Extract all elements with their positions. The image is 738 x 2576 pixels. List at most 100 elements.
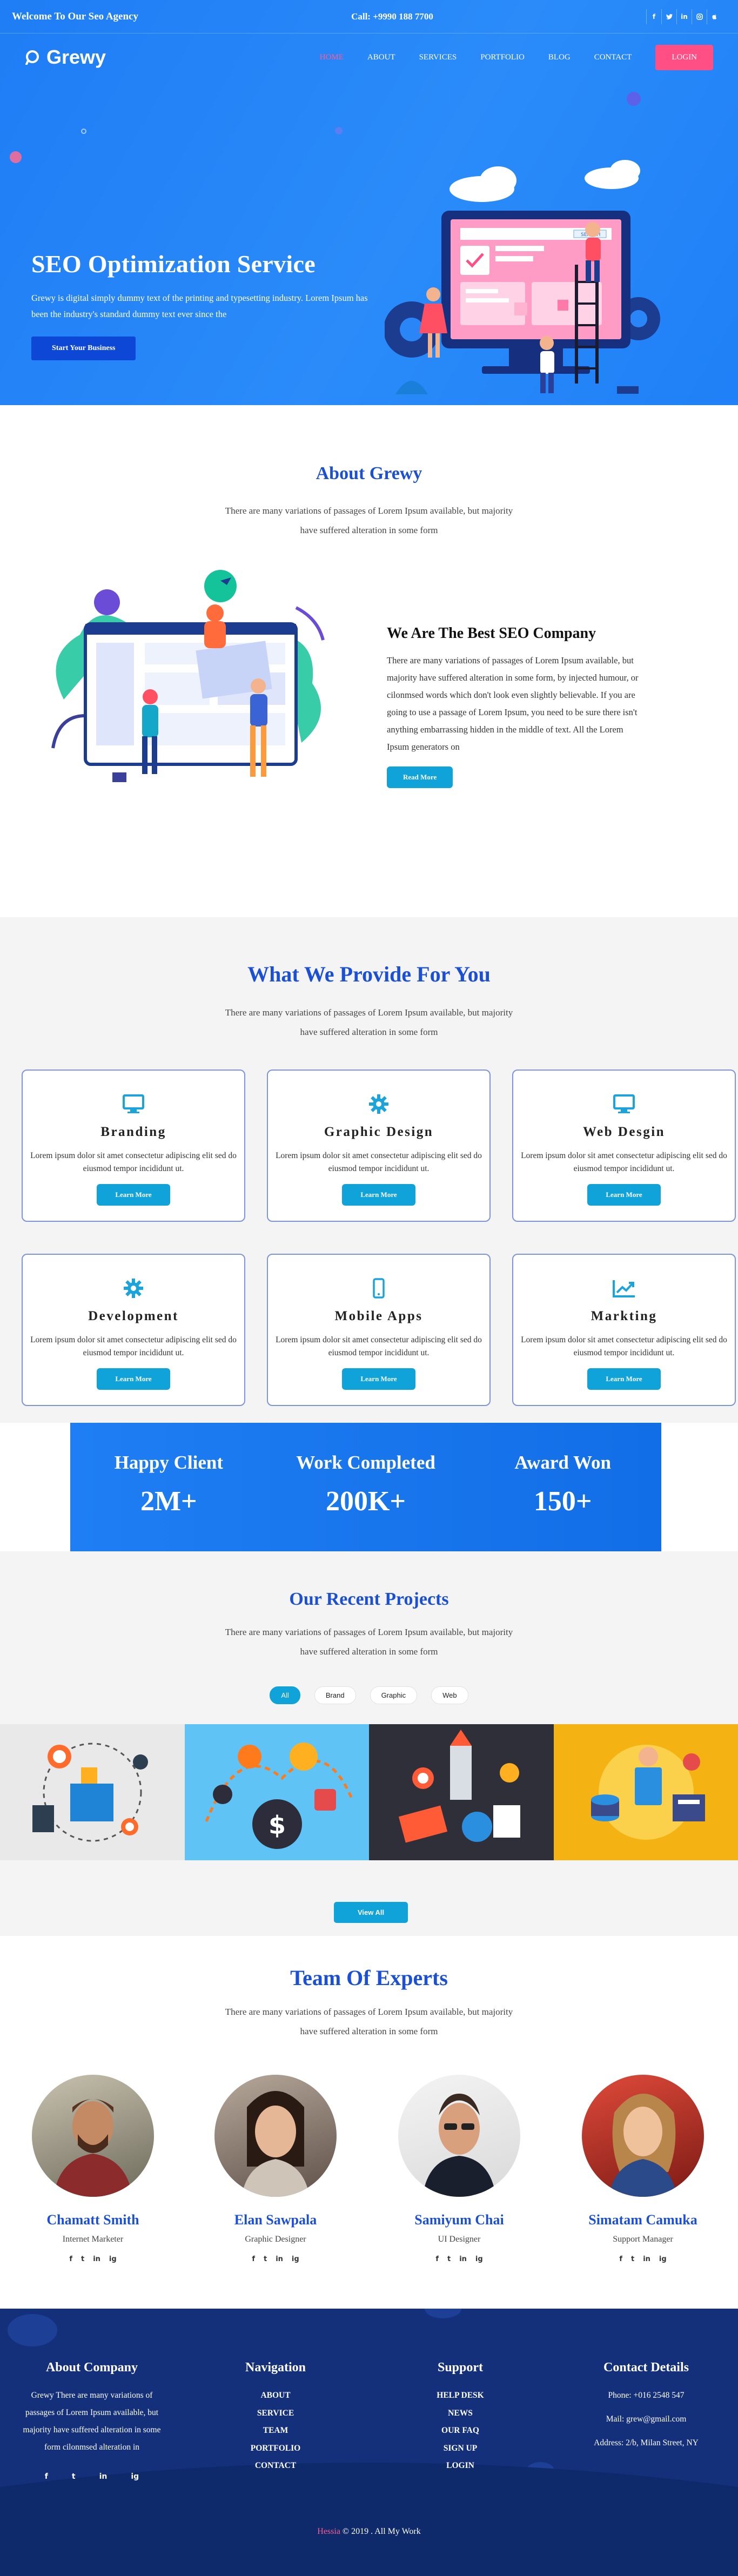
footer-phone: Phone: +016 2548 547 [608, 2391, 685, 2400]
service-card-marketing: Markting Lorem ipsum dolor sit amet cons… [512, 1254, 736, 1406]
about-title: About Grewy [316, 463, 422, 483]
nav-menu: HOME ABOUT SERVICES PORTFOLIO BLOG CONTA… [320, 44, 713, 70]
linkedin-icon[interactable]: in [459, 2255, 467, 2263]
twitter-icon[interactable]: t [264, 2255, 267, 2263]
footer-link-login[interactable]: LOGIN [406, 2457, 514, 2475]
service-title: Graphic Design [324, 1125, 434, 1139]
footer-link-portfolio[interactable]: PORTFOLIO [222, 2440, 330, 2458]
instagram-icon[interactable]: ig [109, 2255, 117, 2263]
footer-link-help-desk[interactable]: HELP DESK [406, 2387, 514, 2405]
team-member: Elan Sawpala Graphic Designer f t in ig [203, 2075, 348, 2263]
learn-more-button[interactable]: Learn More [587, 1184, 661, 1206]
footer-support-title: Support [437, 2360, 484, 2375]
projects-section: Our Recent Projects There are many varia… [0, 1551, 738, 1936]
project-tile[interactable] [0, 1724, 185, 1860]
decor-dot [10, 151, 22, 163]
linkedin-icon[interactable]: in [276, 2255, 283, 2263]
footer-link-about[interactable]: ABOUT [222, 2387, 330, 2405]
stat-label: Happy Client [114, 1452, 223, 1473]
nav-home[interactable]: HOME [320, 53, 344, 62]
service-card-development: Development Lorem ipsum dolor sit amet c… [22, 1254, 245, 1406]
nav-portfolio[interactable]: PORTFOLIO [480, 53, 525, 62]
instagram-icon[interactable]: ig [659, 2255, 667, 2263]
footer-contact-title: Contact Details [603, 2360, 689, 2375]
facebook-icon[interactable]: f [646, 9, 661, 24]
team-member: Simatam Camuka Support Manager f t in ig [570, 2075, 716, 2263]
copyright-text: © 2019 . All My Work [340, 2527, 421, 2536]
twitter-icon[interactable]: t [81, 2255, 84, 2263]
nav-about[interactable]: ABOUT [367, 53, 395, 62]
apple-icon[interactable] [707, 9, 722, 24]
team-member: Chamatt Smith Internet Marketer f t in i… [20, 2075, 166, 2263]
project-tile[interactable] [553, 1724, 738, 1860]
member-role: Internet Marketer [62, 2235, 124, 2244]
linkedin-icon[interactable]: in [643, 2255, 650, 2263]
copyright-brand[interactable]: Hessia [317, 2527, 340, 2536]
hero-section: Welcome To Our Seo Agency Call: +9990 18… [0, 0, 738, 405]
stat-value: 2M+ [140, 1486, 197, 1517]
linkedin-icon[interactable]: in [93, 2255, 100, 2263]
footer-link-news[interactable]: NEWS [406, 2405, 514, 2423]
learn-more-button[interactable]: Learn More [97, 1184, 170, 1206]
instagram-icon[interactable]: ig [131, 2472, 139, 2481]
service-text: Lorem ipsum dolor sit amet consectetur a… [30, 1151, 237, 1173]
instagram-icon[interactable]: ig [475, 2255, 483, 2263]
team-section: Team Of Experts There are many variation… [0, 1936, 738, 2309]
footer-link-service[interactable]: SERVICE [222, 2405, 330, 2423]
learn-more-button[interactable]: Learn More [342, 1368, 415, 1390]
nav-services[interactable]: SERVICES [419, 53, 457, 62]
learn-more-button[interactable]: Learn More [587, 1368, 661, 1390]
start-business-button[interactable]: Start Your Business [31, 337, 136, 360]
twitter-icon[interactable]: t [447, 2255, 451, 2263]
facebook-icon[interactable]: f [435, 2255, 439, 2263]
facebook-icon[interactable]: f [619, 2255, 622, 2263]
nav-contact[interactable]: CONTACT [594, 53, 632, 62]
avatar [214, 2075, 337, 2197]
twitter-icon[interactable]: t [72, 2472, 76, 2481]
twitter-icon[interactable] [661, 9, 676, 24]
stat-label: Award Won [514, 1452, 611, 1473]
view-all-button[interactable]: View All [334, 1902, 408, 1923]
read-more-button[interactable]: Read More [387, 766, 453, 788]
top-bar: Welcome To Our Seo Agency Call: +9990 18… [0, 0, 738, 33]
footer-link-faq[interactable]: OUR FAQ [406, 2422, 514, 2440]
footer-link-sign-up[interactable]: SIGN UP [406, 2440, 514, 2458]
instagram-icon[interactable] [692, 9, 707, 24]
learn-more-button[interactable]: Learn More [97, 1368, 170, 1390]
footer-about: About Company Grewy There are many varia… [22, 2360, 162, 2481]
facebook-icon[interactable]: f [69, 2255, 72, 2263]
learn-more-button[interactable]: Learn More [342, 1184, 415, 1206]
filter-all[interactable]: All [270, 1686, 300, 1704]
service-card-graphic-design: Graphic Design Lorem ipsum dolor sit ame… [267, 1070, 491, 1222]
about-illustration [42, 570, 345, 797]
linkedin-icon[interactable]: in [99, 2472, 108, 2481]
instagram-icon[interactable]: ig [292, 2255, 299, 2263]
avatar [398, 2075, 520, 2197]
project-tile[interactable]: $ [184, 1724, 369, 1860]
login-button[interactable]: LOGIN [655, 44, 713, 70]
welcome-text: Welcome To Our Seo Agency [12, 10, 138, 22]
member-role: Graphic Designer [245, 2235, 306, 2244]
service-text: Lorem ipsum dolor sit amet consectetur a… [276, 1335, 482, 1357]
gear-icon [120, 1275, 146, 1301]
service-title: Mobile Apps [334, 1309, 423, 1323]
linkedin-icon[interactable]: in [676, 9, 692, 24]
filter-graphic[interactable]: Graphic [370, 1686, 418, 1704]
footer-link-contact[interactable]: CONTACT [222, 2457, 330, 2475]
service-title: Development [88, 1309, 179, 1323]
hero-description: Grewy is digital simply dummy text of th… [31, 293, 368, 319]
filter-web[interactable]: Web [431, 1686, 468, 1704]
nav-blog[interactable]: BLOG [548, 53, 571, 62]
filter-brand[interactable]: Brand [314, 1686, 356, 1704]
logo[interactable]: Grewy [25, 46, 106, 69]
member-social: f t in ig [20, 2255, 166, 2263]
footer-link-team[interactable]: TEAM [222, 2422, 330, 2440]
top-social-links: f in [646, 9, 722, 24]
twitter-icon[interactable]: t [631, 2255, 634, 2263]
projects-subtitle-line2: have suffered alteration in some form [300, 1646, 438, 1657]
facebook-icon[interactable]: f [45, 2472, 48, 2481]
facebook-icon[interactable]: f [252, 2255, 255, 2263]
member-social: f t in ig [203, 2255, 348, 2263]
project-tile[interactable] [369, 1724, 554, 1860]
footer-about-title: About Company [45, 2360, 138, 2375]
